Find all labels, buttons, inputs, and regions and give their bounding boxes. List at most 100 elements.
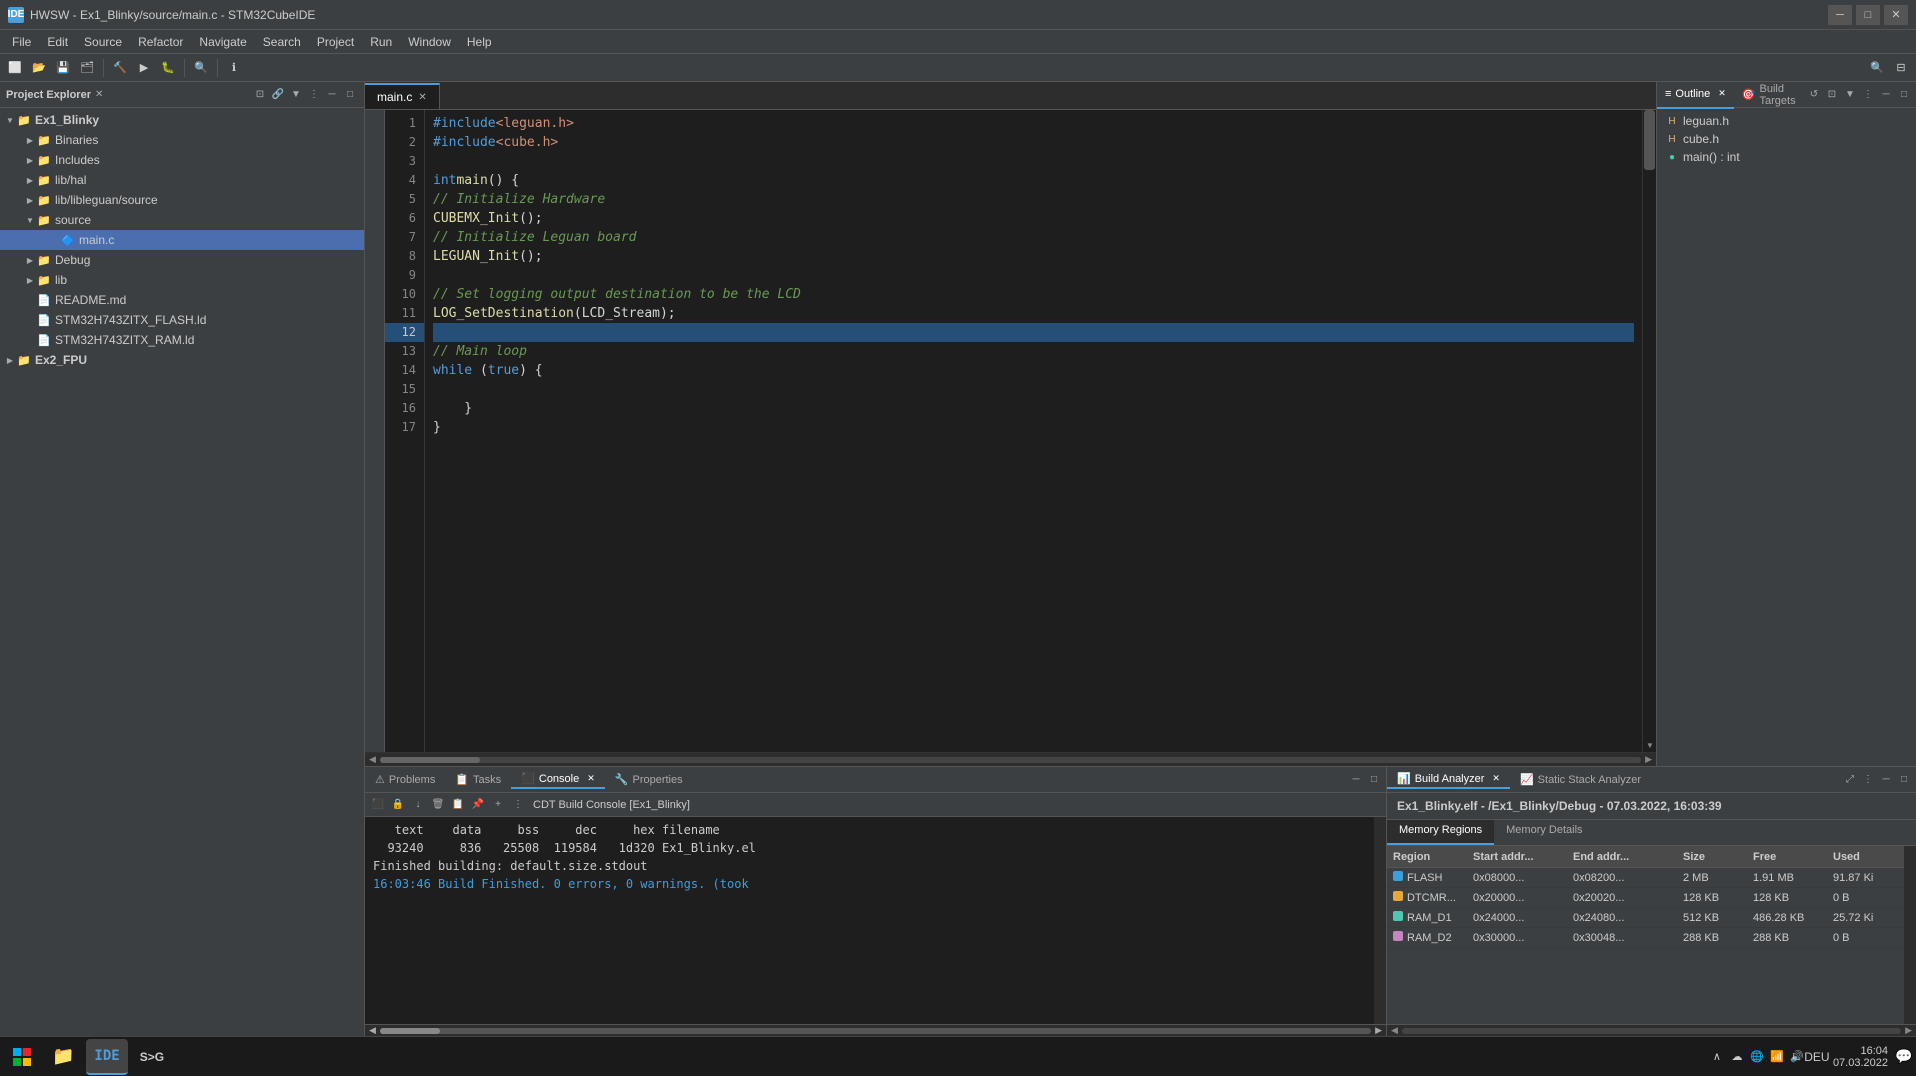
subtab-memory-details[interactable]: Memory Details [1494, 820, 1594, 845]
search-toolbar-btn[interactable]: 🔍 [190, 57, 212, 79]
clear-btn[interactable]: 🗑 [429, 796, 447, 814]
subtab-memory-regions[interactable]: Memory Regions [1387, 820, 1494, 845]
filter-outline-btn[interactable]: ▼ [1842, 87, 1858, 103]
taskbar-ide[interactable]: IDE [86, 1039, 127, 1075]
scroll-down-icon[interactable]: ▼ [1643, 738, 1656, 752]
tab-properties[interactable]: 🔧 Properties [605, 771, 693, 788]
editor-hscroll[interactable]: ◀ ▶ [365, 752, 1656, 766]
tree-item-ex2fpu[interactable]: ▶ 📁 Ex2_FPU [0, 350, 364, 370]
tab-console[interactable]: ⬛ Console ✕ [511, 770, 605, 789]
tree-item-source[interactable]: ▼ 📁 source [0, 210, 364, 230]
menu-navigate[interactable]: Navigate [191, 33, 254, 51]
clock[interactable]: 16:04 07.03.2022 [1833, 1045, 1888, 1069]
run-btn[interactable]: ▶ [133, 57, 155, 79]
tree-item-debug[interactable]: ▶ 📁 Debug [0, 250, 364, 270]
menu-window[interactable]: Window [400, 33, 459, 51]
sidebar-close-icon[interactable]: ✕ [95, 89, 103, 100]
hscroll-right-arrow[interactable]: ▶ [1641, 754, 1656, 765]
tab-outline[interactable]: ≡ Outline ✕ [1657, 82, 1734, 109]
menu-project[interactable]: Project [309, 33, 362, 51]
tab-tasks[interactable]: 📋 Tasks [445, 771, 511, 788]
volume-icon[interactable]: 🔊 [1789, 1049, 1805, 1065]
pin-btn[interactable]: 📌 [469, 796, 487, 814]
menu-search[interactable]: Search [255, 33, 309, 51]
search-right-btn[interactable]: 🔍 [1866, 57, 1888, 79]
sync-btn[interactable]: ↺ [1806, 87, 1822, 103]
ba-minimize-btn[interactable]: ─ [1878, 772, 1894, 788]
ba-row-flash[interactable]: FLASH 0x08000... 0x08200... 2 MB 1.91 MB… [1387, 868, 1904, 888]
taskbar-sg[interactable]: S>G [132, 1039, 172, 1075]
tree-item-libhal[interactable]: ▶ 📁 lib/hal [0, 170, 364, 190]
ba-maximize-btn[interactable]: □ [1896, 772, 1912, 788]
tab-static-stack[interactable]: 📈 Static Stack Analyzer [1510, 770, 1651, 789]
maximize-button[interactable]: □ [1856, 5, 1880, 25]
new-console-btn[interactable]: + [489, 796, 507, 814]
outline-item-cube-h[interactable]: H cube.h [1661, 130, 1912, 148]
collapse-outline-btn[interactable]: ⊡ [1824, 87, 1840, 103]
chevron-up-icon[interactable]: ∧ [1709, 1049, 1725, 1065]
menu-run[interactable]: Run [362, 33, 400, 51]
ba-hscroll-right[interactable]: ▶ [1905, 1025, 1912, 1036]
tab-build-analyzer[interactable]: 📊 Build Analyzer ✕ [1387, 770, 1510, 789]
save-all-btn[interactable]: 🗂 [76, 57, 98, 79]
stop-btn[interactable]: ⬛ [369, 796, 387, 814]
menu-edit[interactable]: Edit [39, 33, 76, 51]
fold-btn-1[interactable] [367, 112, 383, 128]
save-btn[interactable]: 💾 [52, 57, 74, 79]
close-button[interactable]: ✕ [1884, 5, 1908, 25]
new-btn[interactable]: ⬜ [4, 57, 26, 79]
copy-btn[interactable]: 📋 [449, 796, 467, 814]
ba-close-icon[interactable]: ✕ [1492, 773, 1500, 784]
debug-btn[interactable]: 🐛 [157, 57, 179, 79]
scroll-down-btn[interactable]: ↓ [409, 796, 427, 814]
network-icon[interactable]: 🌐 [1749, 1049, 1765, 1065]
ba-menu-btn[interactable]: ⋮ [1860, 772, 1876, 788]
console-output[interactable]: text data bss dec hex filename 93240 836… [365, 817, 1374, 1024]
sidebar-menu-btn[interactable]: ⋮ [306, 87, 322, 103]
outline-close[interactable]: ✕ [1718, 88, 1726, 99]
tree-item-binaries[interactable]: ▶ 📁 Binaries [0, 130, 364, 150]
tree-item-main-c[interactable]: ▶ 🔷 main.c [0, 230, 364, 250]
ba-expand-btn[interactable]: ⤢ [1842, 772, 1858, 788]
console-close-icon[interactable]: ✕ [587, 773, 595, 784]
layout-btn[interactable]: ⊟ [1890, 57, 1912, 79]
minimize-button[interactable]: ─ [1828, 5, 1852, 25]
console-hscroll[interactable]: ◀ ▶ [365, 1024, 1386, 1036]
menu-source[interactable]: Source [76, 33, 130, 51]
ba-hscroll-left[interactable]: ◀ [1391, 1025, 1398, 1036]
ba-row-ramd1[interactable]: RAM_D1 0x24000... 0x24080... 512 KB 486.… [1387, 908, 1904, 928]
ba-row-ramd2[interactable]: RAM_D2 0x30000... 0x30048... 288 KB 288 … [1387, 928, 1904, 948]
collapse-all-btn[interactable]: ⊡ [252, 87, 268, 103]
code-content[interactable]: #include <leguan.h> #include <cube.h> in… [425, 110, 1642, 752]
menu-file[interactable]: File [4, 33, 39, 51]
cloud-icon[interactable]: ☁ [1729, 1049, 1745, 1065]
taskbar-explorer[interactable]: 📁 [44, 1039, 82, 1075]
build-btn[interactable]: 🔨 [109, 57, 131, 79]
wifi-icon[interactable]: 📶 [1769, 1049, 1785, 1065]
minimize-sidebar-btn[interactable]: ─ [324, 87, 340, 103]
outline-menu-btn[interactable]: ⋮ [1860, 87, 1876, 103]
ba-hscroll-track[interactable] [1402, 1028, 1901, 1034]
lang-icon[interactable]: DEU [1809, 1049, 1825, 1065]
console-hscroll-track[interactable] [380, 1028, 1371, 1034]
console-hscroll-thumb[interactable] [380, 1028, 440, 1034]
tree-item-includes[interactable]: ▶ 📁 Includes [0, 150, 364, 170]
scroll-thumb[interactable] [1644, 110, 1655, 170]
console-maximize-btn[interactable]: □ [1366, 772, 1382, 788]
tab-problems[interactable]: ⚠ Problems [365, 771, 445, 788]
menu-help[interactable]: Help [459, 33, 500, 51]
hscroll-left-arrow[interactable]: ◀ [365, 754, 380, 765]
minimize-outline-btn[interactable]: ─ [1878, 87, 1894, 103]
open-btn[interactable]: 📂 [28, 57, 50, 79]
tree-item-flash-ld[interactable]: ▶ 📄 STM32H743ZITX_FLASH.ld [0, 310, 364, 330]
tree-item-lib[interactable]: ▶ 📁 lib [0, 270, 364, 290]
console-hscroll-left[interactable]: ◀ [369, 1025, 376, 1036]
editor-scrollbar[interactable]: ▲ ▼ [1642, 110, 1656, 752]
ba-row-dtcmr[interactable]: DTCMR... 0x20000... 0x20020... 128 KB 12… [1387, 888, 1904, 908]
filter-btn[interactable]: ▼ [288, 87, 304, 103]
maximize-sidebar-btn[interactable]: □ [342, 87, 358, 103]
ba-vscroll[interactable] [1904, 846, 1916, 1024]
tree-item-ex1blinky[interactable]: ▼ 📁 Ex1_Blinky [0, 110, 364, 130]
menu-refactor[interactable]: Refactor [130, 33, 191, 51]
link-editor-btn[interactable]: 🔗 [270, 87, 286, 103]
